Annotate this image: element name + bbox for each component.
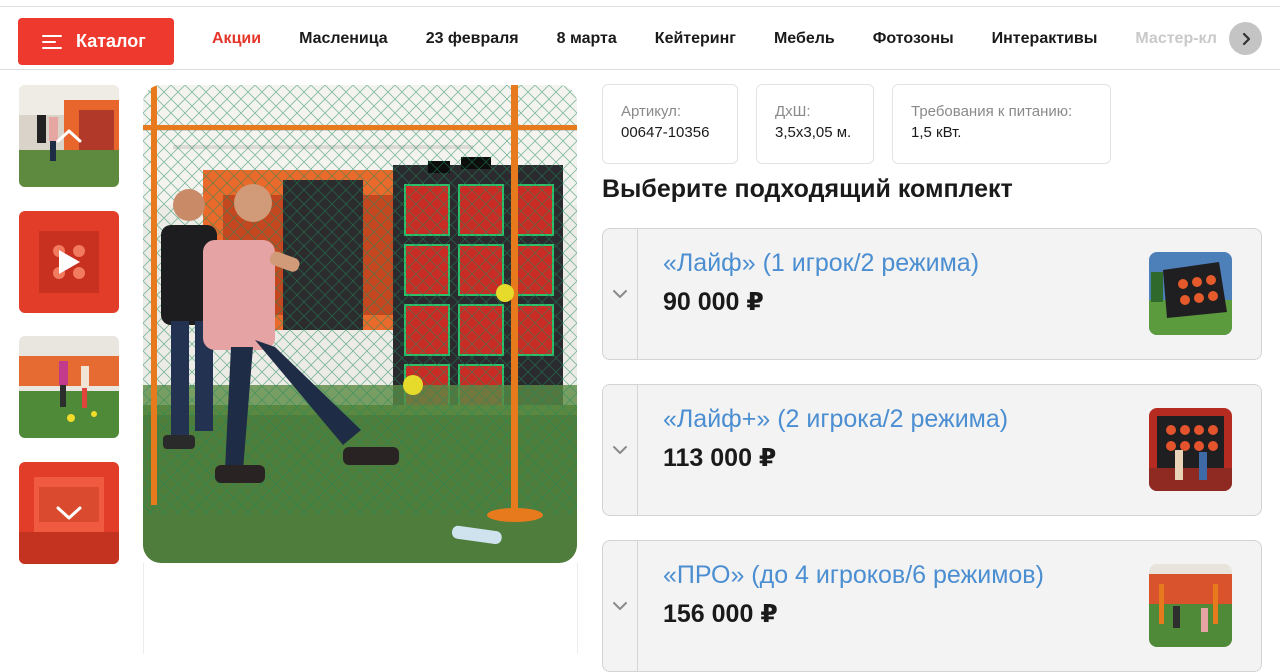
category-navbar: Каталог Акции Масленица 23 февраля 8 мар… [0, 7, 1280, 70]
chevron-down-icon [56, 506, 82, 520]
kit-thumbnail[interactable] [1149, 252, 1232, 335]
nav-link-interactive[interactable]: Интерактивы [992, 30, 1098, 48]
kit-price: 113 000 ₽ [663, 444, 777, 472]
chevron-down-icon [613, 446, 627, 454]
nav-link-8-march[interactable]: 8 марта [557, 30, 617, 48]
kit-thumbnail[interactable] [1149, 564, 1232, 647]
play-icon [59, 250, 80, 274]
gallery-thumb-video[interactable] [19, 211, 119, 313]
spec-power: Требования к питанию: 1,5 кВт. [892, 84, 1111, 164]
kit-option-life-plus[interactable]: «Лайф+» (2 игрока/2 режима) 113 000 ₽ [602, 384, 1262, 516]
product-photo [143, 85, 577, 563]
spec-dimensions: ДхШ: 3,5х3,05 м. [756, 84, 874, 164]
spec-label: ДхШ: [775, 103, 811, 120]
kit-thumbnail[interactable] [1149, 408, 1232, 491]
column-divider [143, 563, 144, 654]
nav-links: Акции Масленица 23 февраля 8 марта Кейте… [212, 7, 1222, 70]
kit-name[interactable]: «Лайф» (1 игрок/2 режима) [663, 249, 979, 278]
chevron-up-icon [56, 129, 82, 143]
kit-name[interactable]: «ПРО» (до 4 игроков/6 режимов) [663, 561, 1044, 590]
gallery-thumb-4[interactable] [19, 462, 119, 564]
kit-price: 156 000 ₽ [663, 600, 778, 628]
kit-option-pro[interactable]: «ПРО» (до 4 игроков/6 режимов) 156 000 ₽ [602, 540, 1262, 672]
chevron-down-icon [613, 290, 627, 298]
nav-link-catering[interactable]: Кейтеринг [655, 30, 736, 48]
section-title: Выберите подходящий комплект [602, 175, 1013, 203]
expand-toggle[interactable] [603, 385, 638, 515]
kit-photo [1149, 564, 1232, 647]
nav-link-promo[interactable]: Акции [212, 30, 261, 48]
spec-value: 00647-10356 [621, 124, 710, 141]
gallery-thumb-1[interactable] [19, 85, 119, 187]
thumb-photo [19, 336, 119, 438]
column-divider [577, 563, 578, 654]
spec-label: Требования к питанию: [911, 103, 1073, 120]
expand-toggle[interactable] [603, 541, 638, 671]
catalog-button[interactable]: Каталог [18, 18, 174, 65]
chevron-right-icon [1242, 32, 1250, 45]
nav-link-23-feb[interactable]: 23 февраля [426, 30, 519, 48]
nav-link-furniture[interactable]: Мебель [774, 30, 835, 48]
nav-link-master-class[interactable]: Мастер-кл [1135, 30, 1217, 48]
kit-photo [1149, 252, 1232, 335]
kit-price: 90 000 ₽ [663, 288, 764, 316]
spec-value: 1,5 кВт. [911, 124, 962, 141]
spec-value: 3,5х3,05 м. [775, 124, 852, 141]
expand-toggle[interactable] [603, 229, 638, 359]
nav-next-button[interactable] [1229, 22, 1262, 55]
menu-icon [42, 34, 62, 49]
kit-option-life[interactable]: «Лайф» (1 игрок/2 режима) 90 000 ₽ [602, 228, 1262, 360]
nav-link-maslenitsa[interactable]: Масленица [299, 30, 388, 48]
spec-label: Артикул: [621, 103, 682, 120]
spec-article: Артикул: 00647-10356 [602, 84, 738, 164]
kit-photo [1149, 408, 1232, 491]
main-product-photo[interactable] [143, 85, 577, 563]
catalog-button-label: Каталог [76, 31, 146, 51]
nav-link-photozones[interactable]: Фотозоны [873, 30, 954, 48]
chevron-down-icon [613, 602, 627, 610]
gallery-thumb-3[interactable] [19, 336, 119, 438]
kit-name[interactable]: «Лайф+» (2 игрока/2 режима) [663, 405, 1008, 434]
